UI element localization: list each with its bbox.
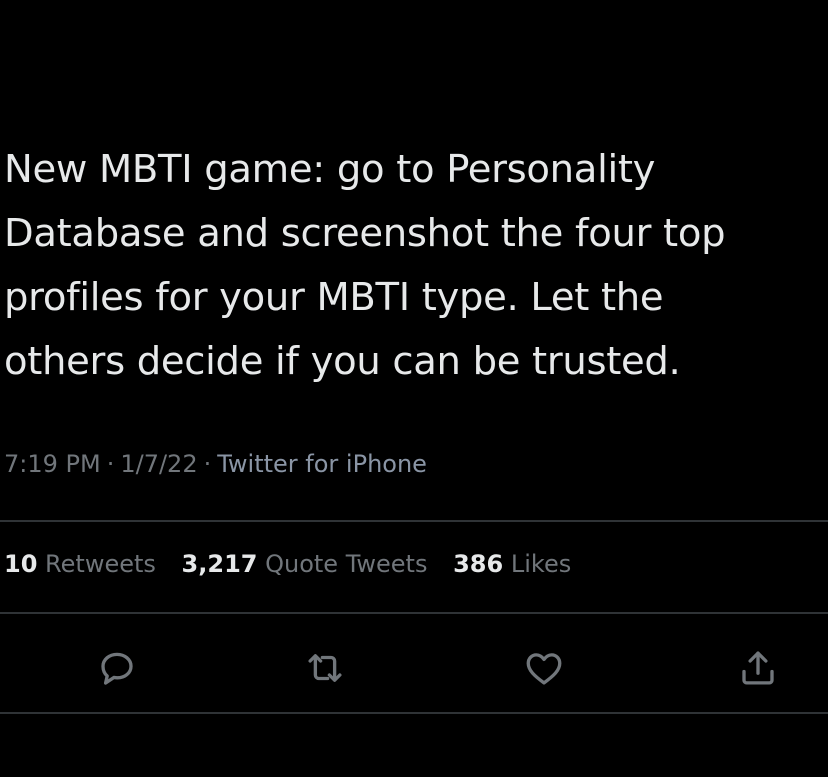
divider	[0, 712, 828, 714]
reply-button[interactable]	[87, 638, 147, 698]
like-button[interactable]	[514, 638, 574, 698]
meta-separator: ·	[203, 450, 212, 478]
tweet-line-3: profiles for your MBTI type. Let the	[4, 275, 664, 320]
tweet-line-4: others decide if you can be trusted.	[4, 339, 681, 384]
share-button[interactable]	[728, 638, 788, 698]
tweet-source-link[interactable]: Twitter for iPhone	[217, 450, 427, 478]
likes-count: 386	[453, 550, 504, 578]
divider	[0, 612, 828, 614]
tweet-line-2: Database and screenshot the four top	[4, 211, 726, 256]
tweet-text: New MBTI game: go to Personality Databas…	[4, 138, 824, 394]
tweet-time[interactable]: 7:19 PM	[4, 450, 101, 478]
quote-tweets-stat[interactable]: 3,217 Quote Tweets	[182, 550, 436, 578]
retweets-stat[interactable]: 10 Retweets	[4, 550, 164, 578]
tweet-actions	[0, 638, 828, 698]
tweet-stats: 10 Retweets 3,217 Quote Tweets 386 Likes	[4, 550, 589, 578]
divider	[0, 520, 828, 522]
tweet-metadata: 7:19 PM · 1/7/22 · Twitter for iPhone	[4, 450, 427, 478]
likes-label: Likes	[510, 550, 572, 578]
retweets-count: 10	[4, 550, 38, 578]
retweets-label: Retweets	[45, 550, 156, 578]
likes-stat[interactable]: 386 Likes	[453, 550, 571, 578]
tweet-line-1: New MBTI game: go to Personality	[4, 147, 656, 192]
retweet-icon	[308, 654, 342, 682]
tweet-date[interactable]: 1/7/22	[120, 450, 197, 478]
quote-tweets-label: Quote Tweets	[265, 550, 428, 578]
reply-icon	[101, 652, 133, 685]
heart-icon	[526, 653, 562, 685]
share-icon	[742, 651, 774, 685]
meta-separator: ·	[106, 450, 115, 478]
retweet-button[interactable]	[295, 638, 355, 698]
quote-tweets-count: 3,217	[181, 550, 258, 578]
